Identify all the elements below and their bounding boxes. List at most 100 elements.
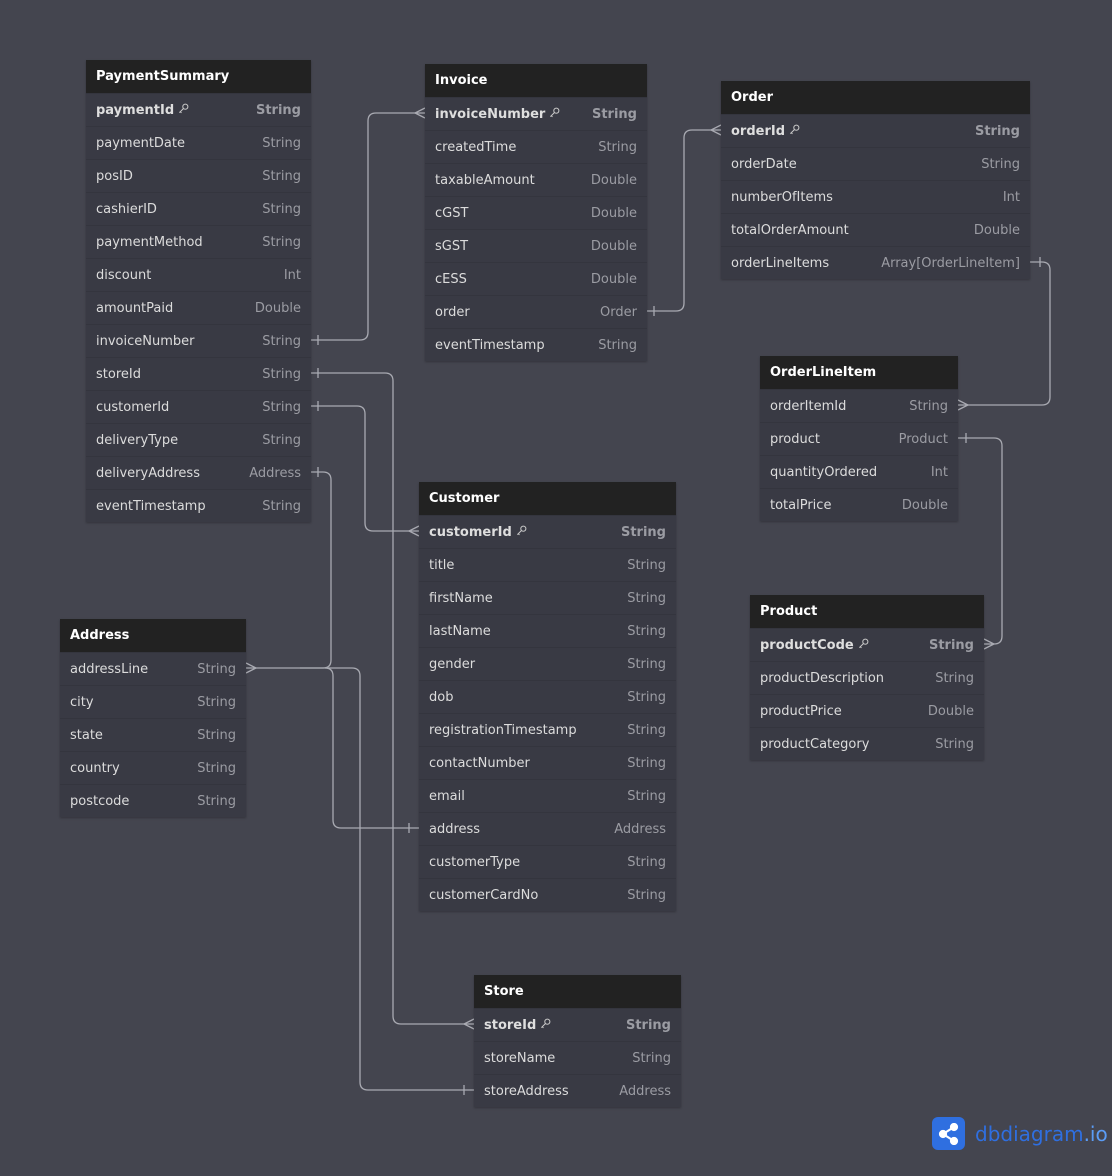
table-product[interactable]: Product productCode String productDescripti… — [750, 595, 984, 760]
table-payment-summary[interactable]: PaymentSummary paymentId String paymentDate… — [86, 60, 311, 522]
table-order[interactable]: Order orderId String orderDate String numberO… — [721, 81, 1030, 279]
field-name: registrationTimestamp — [429, 723, 577, 738]
field-name: firstName — [429, 591, 493, 606]
table-title[interactable]: PaymentSummary — [86, 60, 311, 93]
field-name: storeAddress — [484, 1084, 569, 1099]
table-address[interactable]: Address addressLine String city String state S… — [60, 619, 246, 817]
table-order-line-item[interactable]: OrderLineItem orderItemId String product Pro… — [760, 356, 958, 521]
table-title[interactable]: Product — [750, 595, 984, 628]
field-type: Address — [249, 466, 301, 481]
field-type: String — [627, 888, 666, 903]
table-title[interactable]: Store — [474, 975, 681, 1008]
table-field-row[interactable]: orderItemId String — [760, 389, 958, 422]
field-type: String — [627, 591, 666, 606]
field-name: orderDate — [731, 157, 797, 172]
table-field-row[interactable]: discount Int — [86, 258, 311, 291]
table-field-row[interactable]: orderLineItems Array[OrderLineItem] — [721, 246, 1030, 279]
table-field-row[interactable]: postcode String — [60, 784, 246, 817]
field-type: Double — [901, 498, 948, 513]
field-type: String — [935, 737, 974, 752]
table-invoice[interactable]: Invoice invoiceNumber String createdTime Str… — [425, 64, 647, 361]
table-title[interactable]: Customer — [419, 482, 676, 515]
table-field-row[interactable]: orderDate String — [721, 147, 1030, 180]
table-field-row[interactable]: productCode String — [750, 628, 984, 661]
table-field-row[interactable]: taxableAmount Double — [425, 163, 647, 196]
table-field-row[interactable]: contactNumber String — [419, 746, 676, 779]
table-field-row[interactable]: totalPrice Double — [760, 488, 958, 521]
field-type: String — [262, 136, 301, 151]
key-icon — [178, 94, 189, 127]
table-field-row[interactable]: eventTimestamp String — [425, 328, 647, 361]
table-field-row[interactable]: product Product — [760, 422, 958, 455]
field-name: title — [429, 558, 455, 573]
table-field-row[interactable]: lastName String — [419, 614, 676, 647]
table-field-row[interactable]: quantityOrdered Int — [760, 455, 958, 488]
table-field-row[interactable]: customerCardNo String — [419, 878, 676, 911]
table-title[interactable]: Order — [721, 81, 1030, 114]
dbdiagram-logo[interactable]: dbdiagram.io — [932, 1117, 1108, 1150]
field-name: eventTimestamp — [435, 338, 545, 353]
table-field-row[interactable]: order Order — [425, 295, 647, 328]
table-store[interactable]: Store storeId String storeName String storeAd… — [474, 975, 681, 1107]
field-type: String — [255, 103, 301, 118]
table-field-row[interactable]: amountPaid Double — [86, 291, 311, 324]
field-type: Double — [590, 206, 637, 221]
field-name: totalPrice — [770, 498, 832, 513]
table-field-row[interactable]: invoiceNumber String — [86, 324, 311, 357]
table-field-row[interactable]: paymentId String — [86, 93, 311, 126]
table-field-row[interactable]: orderId String — [721, 114, 1030, 147]
table-field-row[interactable]: title String — [419, 548, 676, 581]
table-field-row[interactable]: numberOfItems Int — [721, 180, 1030, 213]
table-field-row[interactable]: storeId String — [474, 1008, 681, 1041]
table-field-row[interactable]: storeId String — [86, 357, 311, 390]
field-name: storeName — [484, 1051, 556, 1066]
table-title[interactable]: Invoice — [425, 64, 647, 97]
field-type: Address — [619, 1084, 671, 1099]
table-field-row[interactable]: state String — [60, 718, 246, 751]
table-field-row[interactable]: eventTimestamp String — [86, 489, 311, 522]
field-name: taxableAmount — [435, 173, 535, 188]
table-field-row[interactable]: addressLine String — [60, 652, 246, 685]
table-field-row[interactable]: city String — [60, 685, 246, 718]
table-field-row[interactable]: registrationTimestamp String — [419, 713, 676, 746]
table-field-row[interactable]: createdTime String — [425, 130, 647, 163]
table-field-row[interactable]: sGST Double — [425, 229, 647, 262]
table-field-row[interactable]: customerId String — [86, 390, 311, 423]
link-payment-invoice — [311, 112, 425, 341]
link-payment-customer — [311, 405, 419, 532]
field-type: String — [197, 695, 236, 710]
table-field-row[interactable]: cashierID String — [86, 192, 311, 225]
table-field-row[interactable]: deliveryType String — [86, 423, 311, 456]
table-field-row[interactable]: productDescription String — [750, 661, 984, 694]
table-field-row[interactable]: customerType String — [419, 845, 676, 878]
table-field-row[interactable]: storeAddress Address — [474, 1074, 681, 1107]
table-field-row[interactable]: posID String — [86, 159, 311, 192]
table-field-row[interactable]: address Address — [419, 812, 676, 845]
table-field-row[interactable]: gender String — [419, 647, 676, 680]
table-field-row[interactable]: totalOrderAmount Double — [721, 213, 1030, 246]
table-field-row[interactable]: firstName String — [419, 581, 676, 614]
field-type: String — [981, 157, 1020, 172]
table-customer[interactable]: Customer customerId String title String first… — [419, 482, 676, 911]
table-field-row[interactable]: cGST Double — [425, 196, 647, 229]
table-title[interactable]: OrderLineItem — [760, 356, 958, 389]
table-field-row[interactable]: productPrice Double — [750, 694, 984, 727]
field-name: cESS — [435, 272, 467, 287]
table-field-row[interactable]: customerId String — [419, 515, 676, 548]
field-name: deliveryType — [96, 433, 179, 448]
table-title[interactable]: Address — [60, 619, 246, 652]
table-field-row[interactable]: cESS Double — [425, 262, 647, 295]
table-field-row[interactable]: deliveryAddress Address — [86, 456, 311, 489]
table-field-row[interactable]: email String — [419, 779, 676, 812]
table-field-row[interactable]: dob String — [419, 680, 676, 713]
field-type: String — [262, 400, 301, 415]
field-name: product — [770, 432, 821, 447]
table-field-row[interactable]: storeName String — [474, 1041, 681, 1074]
table-field-row[interactable]: country String — [60, 751, 246, 784]
table-field-row[interactable]: invoiceNumber String — [425, 97, 647, 130]
field-name: paymentId — [96, 103, 175, 118]
table-field-row[interactable]: paymentMethod String — [86, 225, 311, 258]
field-name: createdTime — [435, 140, 517, 155]
table-field-row[interactable]: paymentDate String — [86, 126, 311, 159]
table-field-row[interactable]: productCategory String — [750, 727, 984, 760]
